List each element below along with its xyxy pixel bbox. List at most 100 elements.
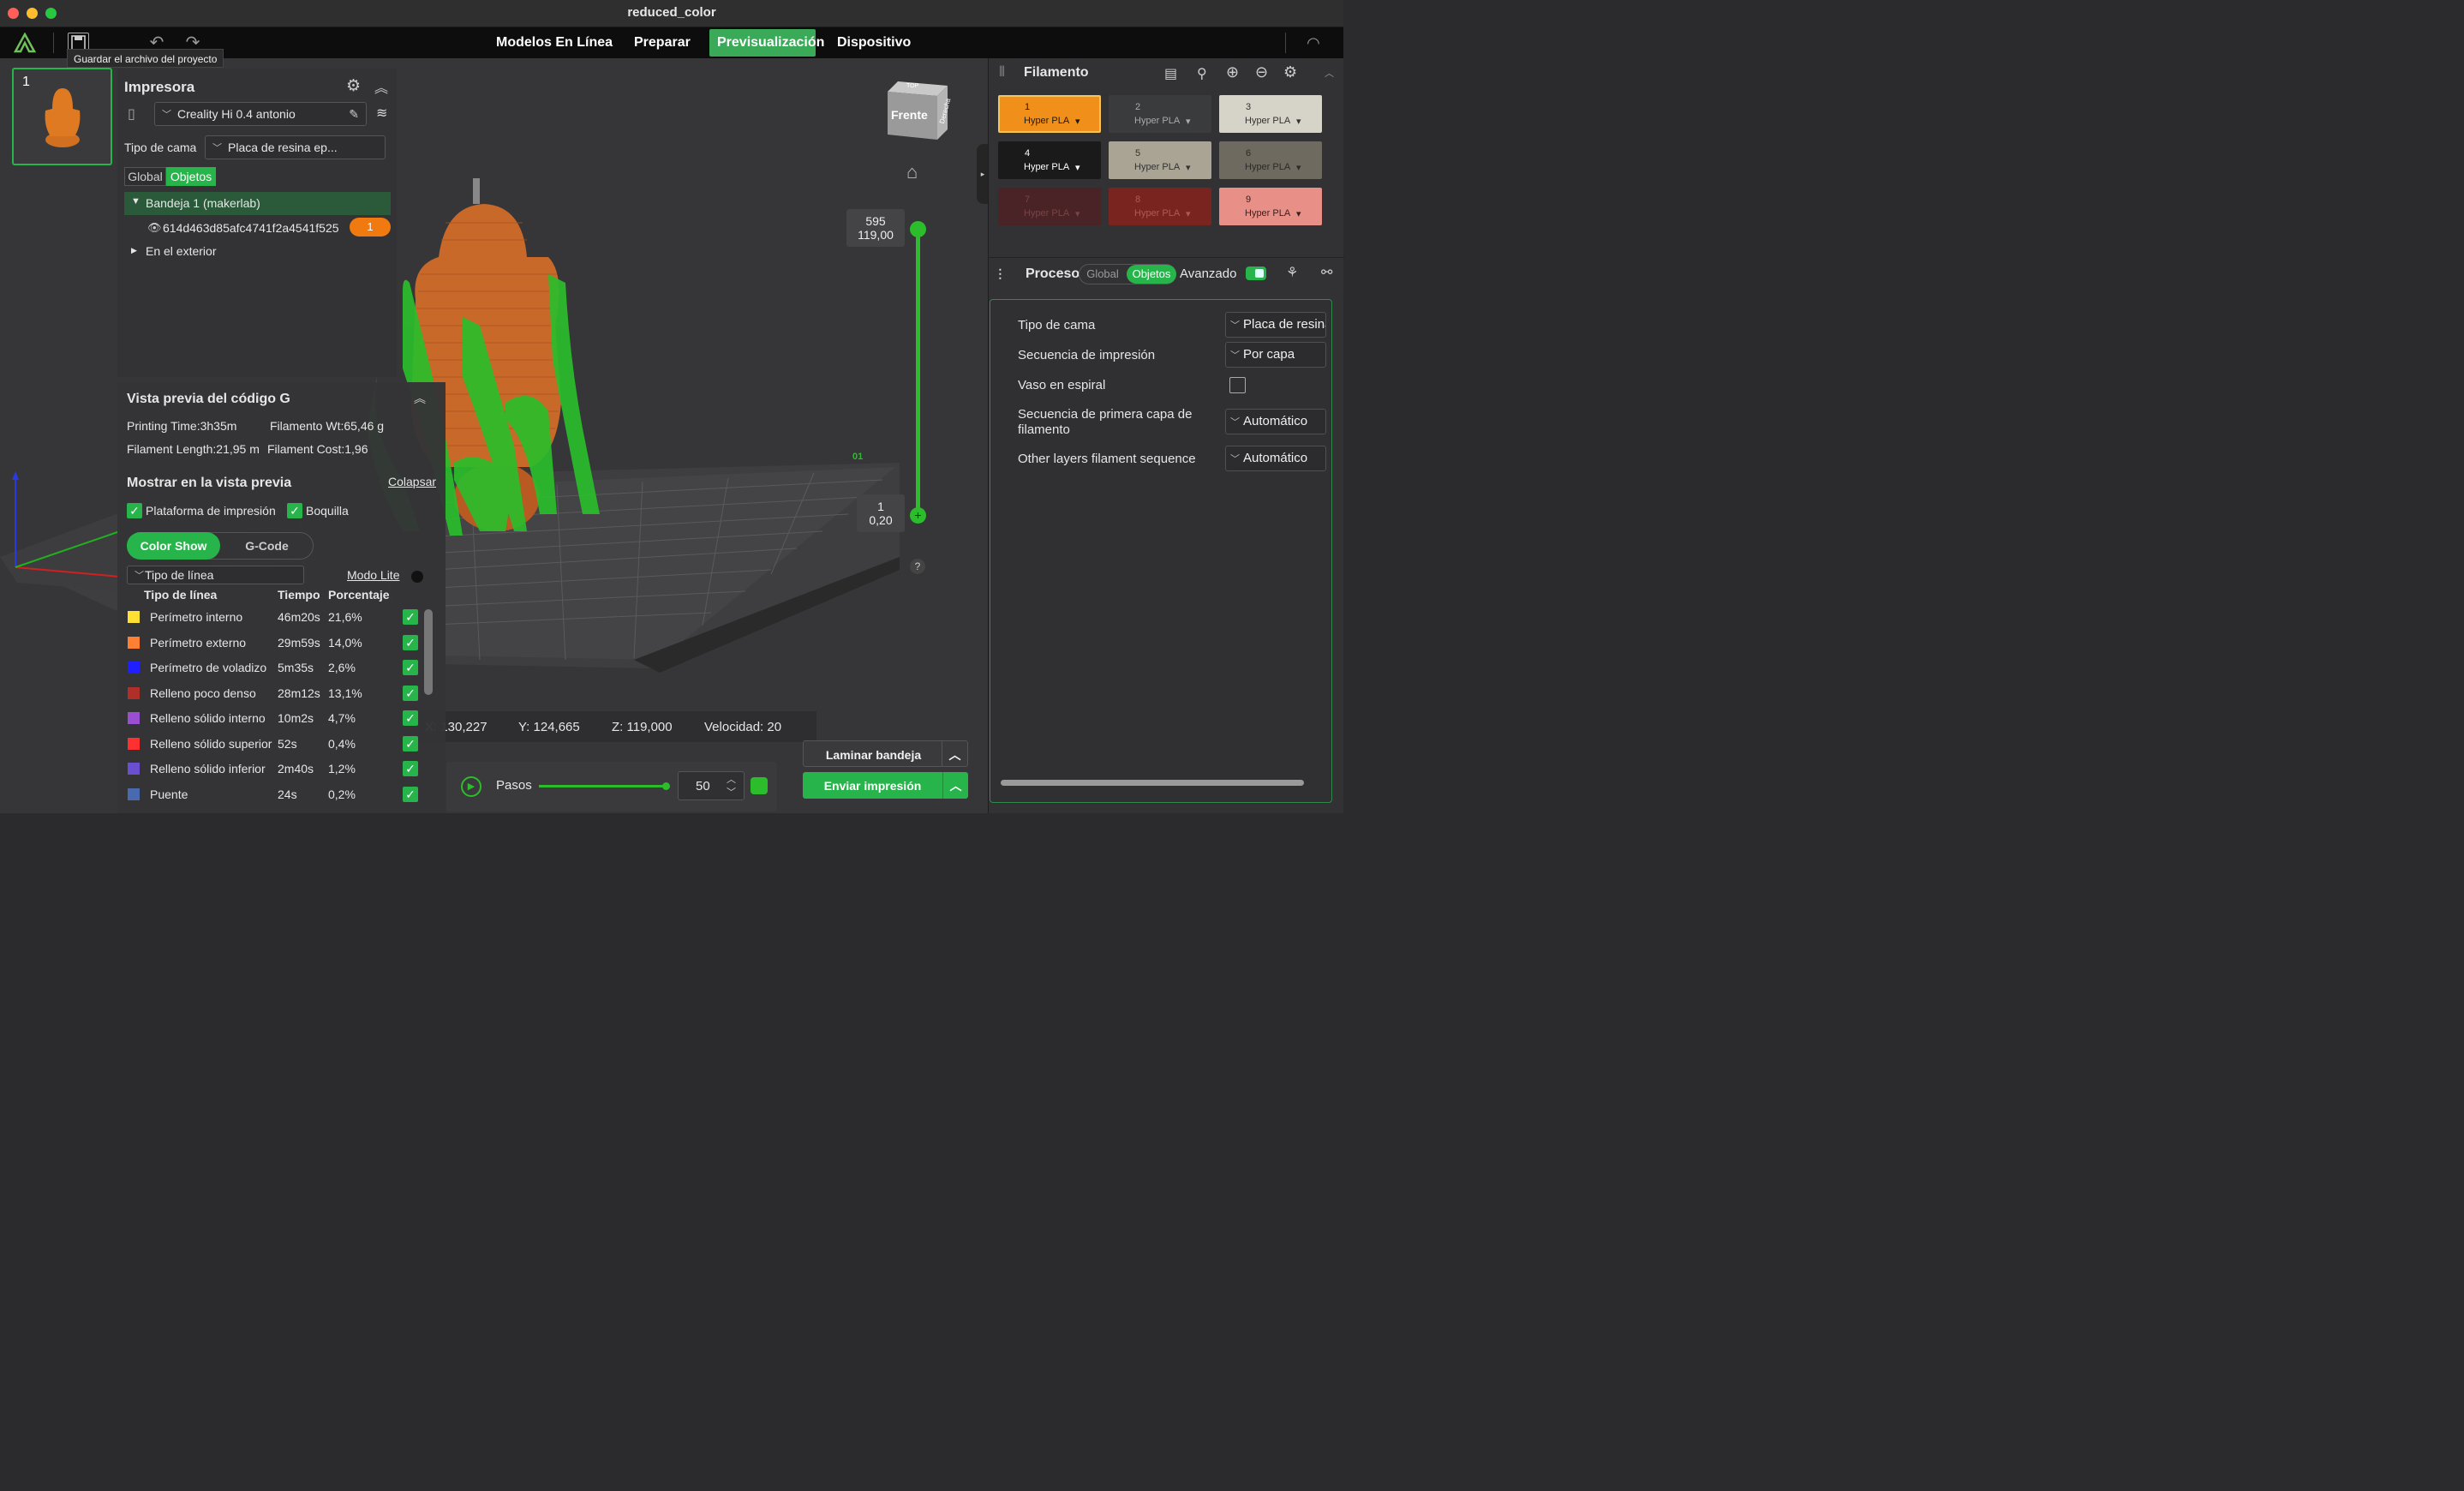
- filament-settings-gear-icon[interactable]: ⚙: [1283, 63, 1297, 81]
- filament-slot-6[interactable]: 6 Hyper PLA ▾: [1219, 141, 1322, 179]
- lite-mode-link[interactable]: Modo Lite: [347, 568, 399, 582]
- line-type-visibility-checkbox[interactable]: ✓: [403, 660, 418, 675]
- bed-type-select[interactable]: Placa de resina ep...: [205, 135, 386, 159]
- line-type-visibility-checkbox[interactable]: ✓: [403, 735, 418, 751]
- help-button[interactable]: ?: [910, 559, 925, 574]
- add-filament-icon[interactable]: ⊕: [1226, 63, 1239, 81]
- filament-slot-1[interactable]: 1 Hyper PLA ▾: [998, 95, 1101, 133]
- platform-checkbox[interactable]: ✓: [127, 503, 142, 518]
- home-view-icon[interactable]: ⌂: [906, 161, 918, 183]
- slice-options-icon[interactable]: ︿: [942, 741, 967, 766]
- line-type-name: Relleno sólido inferior: [150, 762, 266, 775]
- filament-slot-3[interactable]: 3 Hyper PLA ▾: [1219, 95, 1322, 133]
- view-cube[interactable]: Frente Derecha TOP: [888, 81, 952, 141]
- filament-slot-4[interactable]: 4 Hyper PLA ▾: [998, 141, 1101, 179]
- proc-spiral-vase-checkbox[interactable]: [1229, 377, 1246, 393]
- filament-slot-5[interactable]: 5 Hyper PLA ▾: [1109, 141, 1211, 179]
- remove-filament-icon[interactable]: ⊖: [1255, 63, 1268, 81]
- filament-dropdown-icon[interactable]: ▾: [1075, 208, 1080, 219]
- layer-top-readout: 595 119,00: [846, 209, 905, 247]
- object-filament-badge[interactable]: 1: [350, 218, 391, 237]
- plate-thumbnail[interactable]: 1: [12, 68, 112, 165]
- filament-dropdown-icon[interactable]: ▾: [1296, 208, 1301, 219]
- visibility-eye-icon[interactable]: 👁: [147, 221, 162, 235]
- collapsed-triangle-icon[interactable]: ▶: [131, 246, 137, 255]
- filament-nozzle-icon[interactable]: ⚲: [1197, 65, 1207, 82]
- filament-slot-9[interactable]: 9 Hyper PLA ▾: [1219, 188, 1322, 225]
- gcode-collapse-icon[interactable]: ︽: [414, 390, 426, 407]
- filament-sync-icon[interactable]: ▤: [1164, 65, 1177, 82]
- filament-slot-8[interactable]: 8 Hyper PLA ▾: [1109, 188, 1211, 225]
- line-type-visibility-checkbox[interactable]: ✓: [403, 710, 418, 726]
- gcode-view-button[interactable]: G-Code: [220, 532, 314, 560]
- color-show-button[interactable]: Color Show: [127, 532, 220, 560]
- filament-dropdown-icon[interactable]: ▾: [1186, 162, 1191, 173]
- filament-slot-2[interactable]: 2 Hyper PLA ▾: [1109, 95, 1211, 133]
- send-print-button[interactable]: Enviar impresión ︿: [803, 772, 968, 799]
- app-logo-icon[interactable]: [13, 32, 37, 53]
- filament-dropdown-icon[interactable]: ▾: [1075, 116, 1080, 127]
- filament-dropdown-icon[interactable]: ▾: [1186, 116, 1191, 127]
- collapse-sidebar-icon[interactable]: ▸: [977, 144, 988, 204]
- slice-plate-button[interactable]: Laminar bandeja ︿: [803, 740, 968, 767]
- tab-printer-objects[interactable]: Objetos: [166, 167, 216, 186]
- filament-dropdown-icon[interactable]: ▾: [1075, 162, 1080, 173]
- support-headset-icon[interactable]: ◠: [1302, 33, 1325, 53]
- proc-bed-type-select[interactable]: Placa de resina: [1225, 312, 1326, 338]
- layer-slider-bottom-handle[interactable]: +: [910, 507, 926, 524]
- tree-outside-row[interactable]: ▶ En el exterior: [124, 241, 391, 264]
- play-icon[interactable]: ▶: [461, 776, 481, 797]
- lite-mode-toggle[interactable]: [411, 571, 423, 583]
- tab-printer-global[interactable]: Global: [124, 167, 166, 186]
- wifi-icon[interactable]: ≋: [376, 105, 387, 122]
- filament-dropdown-icon[interactable]: ▾: [1296, 116, 1301, 127]
- layers-icon[interactable]: [751, 777, 768, 794]
- edit-printer-pencil-icon[interactable]: ✎: [349, 103, 359, 125]
- filament-dropdown-icon[interactable]: ▾: [1296, 162, 1301, 173]
- tab-process-global[interactable]: Global: [1080, 266, 1125, 283]
- tree-object-row[interactable]: 👁 614d463d85afc4741f2a4541f525 1: [124, 217, 391, 240]
- line-type-visibility-checkbox[interactable]: ✓: [403, 634, 418, 650]
- filament-dropdown-icon[interactable]: ▾: [1186, 208, 1191, 219]
- layer-slider-top-handle[interactable]: [910, 221, 926, 237]
- proc-other-layers-seq-select[interactable]: Automático: [1225, 446, 1326, 471]
- steps-stepper[interactable]: 50 ︿ ﹀: [678, 771, 745, 800]
- process-compare-icon[interactable]: ⚯: [1321, 264, 1332, 281]
- tree-tray-row[interactable]: ▼ Bandeja 1 (makerlab): [124, 192, 391, 215]
- advanced-toggle[interactable]: [1246, 266, 1266, 280]
- printer-settings-gear-icon[interactable]: ⚙: [346, 76, 361, 96]
- line-type-visibility-checkbox[interactable]: ✓: [403, 685, 418, 701]
- view-cube-top[interactable]: TOP: [906, 83, 918, 89]
- view-cube-front[interactable]: Frente: [891, 108, 928, 122]
- proc-first-layer-seq-select[interactable]: Automático: [1225, 409, 1326, 434]
- filament-collapse-icon[interactable]: ︿: [1325, 66, 1334, 80]
- filament-slot-7[interactable]: 7 Hyper PLA ▾: [998, 188, 1101, 225]
- line-list-scrollbar[interactable]: [424, 609, 433, 695]
- send-options-icon[interactable]: ︿: [942, 772, 968, 799]
- line-type-select[interactable]: Tipo de línea: [127, 566, 304, 584]
- tab-prepare[interactable]: Preparar: [626, 29, 698, 57]
- expand-triangle-icon[interactable]: ▼: [131, 196, 141, 207]
- printer-select[interactable]: Creality Hi 0.4 antonio ✎: [154, 102, 367, 126]
- layer-slider-track[interactable]: [916, 228, 920, 516]
- steps-slider[interactable]: [539, 785, 667, 787]
- line-type-visibility-checkbox[interactable]: ✓: [403, 609, 418, 625]
- collapse-panel-icon[interactable]: ︽: [374, 76, 388, 97]
- save-tooltip: Guardar el archivo del proyecto: [67, 49, 224, 68]
- filament-slot-type: Hyper PLA: [1134, 208, 1181, 219]
- nozzle-checkbox[interactable]: ✓: [287, 503, 302, 518]
- line-type-visibility-checkbox[interactable]: ✓: [403, 761, 418, 776]
- process-preset-icon[interactable]: ⚘: [1286, 264, 1298, 281]
- stepper-down-icon[interactable]: ﹀: [727, 785, 736, 799]
- line-type-visibility-checkbox[interactable]: ✓: [403, 786, 418, 802]
- collapse-link[interactable]: Colapsar: [388, 475, 436, 488]
- steps-slider-handle[interactable]: [662, 782, 670, 790]
- process-h-scrollbar[interactable]: [1001, 780, 1304, 786]
- tab-device[interactable]: Dispositivo: [829, 29, 918, 57]
- tab-process-objects[interactable]: Objetos: [1127, 265, 1176, 284]
- tab-online-models[interactable]: Modelos En Línea: [488, 29, 620, 57]
- proc-print-sequence-select[interactable]: Por capa: [1225, 342, 1326, 368]
- filament-spool-icon: ⦀: [999, 65, 1006, 80]
- stepper-up-icon[interactable]: ︿: [727, 772, 736, 786]
- tab-preview[interactable]: Previsualización: [709, 29, 824, 57]
